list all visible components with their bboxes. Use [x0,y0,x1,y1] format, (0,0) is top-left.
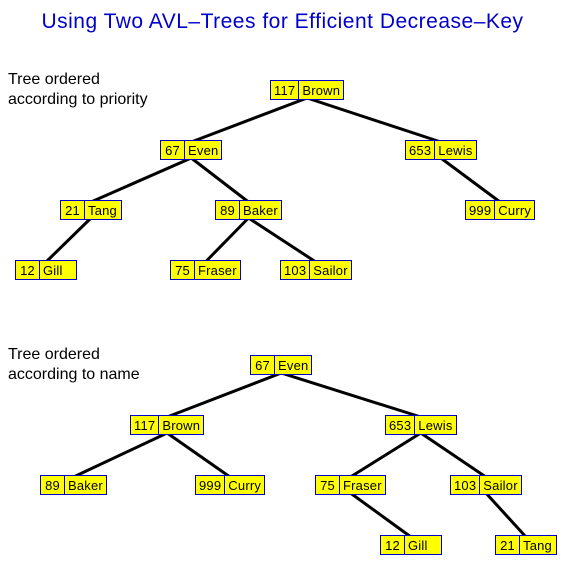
tree-node: 75Fraser [315,475,386,495]
tree-edge [73,433,167,477]
tree-node: 89Baker [215,200,282,220]
tree-node: 653Lewis [405,140,477,160]
node-name: Brown [298,80,344,100]
node-key: 89 [215,200,239,220]
node-name: Sailor [479,475,521,495]
tree-node: 117Brown [130,415,204,435]
tree-node: 67Even [160,140,222,160]
caption-priority-tree: Tree ordered according to priority [8,70,148,110]
tree-node: 117Brown [270,80,344,100]
node-name: Curry [494,200,535,220]
node-key: 117 [130,415,158,435]
node-name: Lewis [414,415,456,435]
tree-node: 67Even [250,355,312,375]
node-key: 12 [15,260,39,280]
tree-edge [350,493,411,537]
node-name: Even [184,140,222,160]
tree-node: 999Curry [465,200,535,220]
node-key: 75 [315,475,339,495]
tree-edge [191,98,307,142]
node-name: Fraser [194,260,241,280]
tree-edge [421,433,486,477]
node-key: 67 [160,140,184,160]
node-key: 12 [380,535,404,555]
node-key: 67 [250,355,274,375]
node-key: 999 [195,475,224,495]
node-name: Baker [239,200,282,220]
page-title: Using Two AVL–Trees for Efficient Decrea… [0,10,565,34]
node-key: 117 [270,80,298,100]
tree-edge [91,158,191,202]
tree-edge [307,98,441,142]
node-key: 21 [60,200,84,220]
tree-edge [441,158,500,202]
tree-node: 21Tang [60,200,122,220]
tree-edge [281,373,421,417]
node-key: 653 [385,415,414,435]
node-key: 21 [495,535,519,555]
caption-name-tree: Tree ordered according to name [8,345,140,385]
tree-edge [46,218,91,262]
tree-node: 103Sailor [280,260,352,280]
node-name: Fraser [339,475,386,495]
node-name: Lewis [434,140,476,160]
node-key: 75 [170,260,194,280]
tree-edge [191,158,248,202]
tree-edge [350,433,420,477]
tree-edge [205,218,248,262]
node-key: 103 [280,260,309,280]
node-key: 103 [450,475,479,495]
node-name: Curry [224,475,265,495]
tree-edge [167,433,230,477]
tree-node: 999Curry [195,475,265,495]
tree-node: 103Sailor [450,475,522,495]
node-key: 653 [405,140,434,160]
node-name: Even [274,355,312,375]
node-name: Tang [84,200,122,220]
tree-edge [486,493,526,537]
diagram-stage: { "title": "Using Two AVL\u2013Trees for… [0,0,565,576]
tree-node: 653Lewis [385,415,457,435]
node-name: Sailor [309,260,351,280]
node-name: Gill [39,260,77,280]
node-name: Gill [404,535,442,555]
node-key: 999 [465,200,494,220]
tree-edge [167,373,281,417]
node-name: Baker [64,475,107,495]
tree-edge [248,218,315,262]
tree-node: 21Tang [495,535,557,555]
tree-node: 12Gill [15,260,77,280]
tree-node: 89Baker [40,475,107,495]
tree-node: 75Fraser [170,260,241,280]
node-name: Brown [158,415,204,435]
node-name: Tang [519,535,557,555]
node-key: 89 [40,475,64,495]
tree-node: 12Gill [380,535,442,555]
